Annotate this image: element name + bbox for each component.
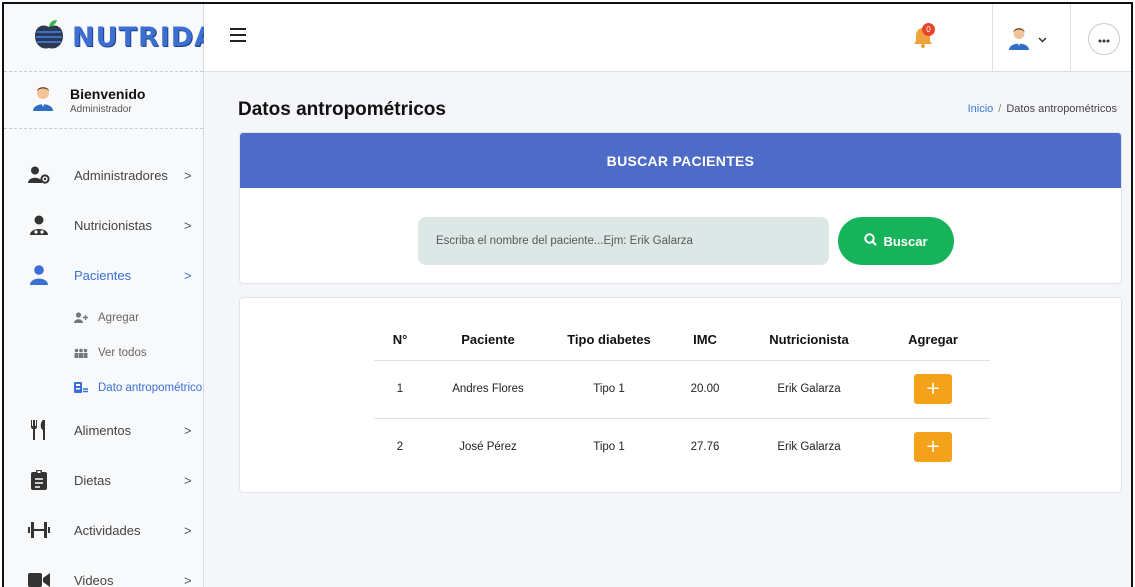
breadcrumb: Inicio / Datos antropométricos bbox=[968, 103, 1117, 115]
sidebar-subitem-ver-todos[interactable]: Ver todos bbox=[4, 335, 204, 370]
patients-table-card: N° Paciente Tipo diabetes IMC Nutricioni… bbox=[239, 297, 1122, 493]
apple-logo-icon bbox=[32, 18, 66, 57]
app-frame: NUTRIDAY Bienvenido Administrador Admini… bbox=[2, 2, 1133, 587]
chevron-right-icon: > bbox=[184, 472, 192, 488]
ellipsis-icon bbox=[1098, 32, 1110, 46]
add-data-button[interactable]: + bbox=[914, 374, 952, 404]
cell-tipo-diabetes: Tipo 1 bbox=[550, 360, 668, 419]
sidebar-item-label: Dietas bbox=[74, 472, 111, 488]
column-header-nutricionista: Nutricionista bbox=[742, 320, 876, 361]
search-icon bbox=[864, 233, 878, 249]
cell-imc: 20.00 bbox=[668, 360, 742, 419]
sidebar-item-nutricionistas[interactable]: Nutricionistas > bbox=[4, 200, 204, 250]
sidebar-item-label: Videos bbox=[74, 572, 114, 587]
user-role: Administrador bbox=[70, 103, 132, 115]
column-header-agregar: Agregar bbox=[876, 320, 990, 361]
patient-search-input[interactable] bbox=[418, 217, 829, 265]
table-row: 1 Andres Flores Tipo 1 20.00 Erik Galarz… bbox=[374, 360, 990, 419]
chevron-right-icon: > bbox=[184, 572, 192, 587]
sidebar-subitem-label: Dato antropométrico bbox=[98, 381, 203, 394]
breadcrumb-home-link[interactable]: Inicio bbox=[968, 103, 994, 115]
cell-tipo-diabetes: Tipo 1 bbox=[593, 441, 625, 454]
brand[interactable]: NUTRIDAY bbox=[4, 4, 233, 72]
sidebar-item-pacientes[interactable]: Pacientes > bbox=[4, 250, 204, 300]
more-options-button[interactable] bbox=[1088, 23, 1120, 55]
user-plus-icon bbox=[74, 312, 88, 324]
cell-paciente: Andres Flores bbox=[426, 360, 550, 419]
sidebar-subitem-label: Agregar bbox=[98, 311, 139, 324]
sidebar-item-label: Administradores bbox=[74, 167, 168, 183]
chevron-right-icon: > bbox=[184, 167, 192, 183]
id-card-icon bbox=[74, 382, 88, 394]
sidebar-item-videos[interactable]: Videos > bbox=[4, 555, 204, 587]
sidebar-item-alimentos[interactable]: Alimentos > bbox=[4, 405, 204, 455]
page-title: Datos antropométricos bbox=[238, 99, 446, 120]
utensils-icon bbox=[28, 419, 50, 441]
avatar bbox=[32, 85, 54, 116]
notification-badge: 0 bbox=[922, 23, 935, 36]
chevron-right-icon: > bbox=[184, 522, 192, 538]
user-greeting: Bienvenido bbox=[70, 85, 146, 102]
cell-imc: 27.76 bbox=[690, 441, 720, 454]
cell-nutricionista: Erik Galarza bbox=[777, 441, 841, 454]
video-icon bbox=[28, 569, 50, 587]
topbar-divider bbox=[992, 4, 993, 72]
search-button-label: Buscar bbox=[883, 233, 928, 249]
topbar-divider bbox=[1070, 4, 1071, 72]
add-data-button[interactable]: + bbox=[914, 432, 952, 463]
cell-agregar: + bbox=[876, 418, 990, 476]
patients-table: N° Paciente Tipo diabetes IMC Nutricioni… bbox=[374, 320, 990, 476]
cell-number: 1 bbox=[374, 360, 426, 419]
column-header-imc: IMC bbox=[668, 320, 742, 361]
cell-number: 2 bbox=[396, 441, 404, 454]
sidebar-subitem-agregar[interactable]: Agregar bbox=[4, 300, 204, 335]
user-gear-icon bbox=[28, 164, 50, 186]
sidebar-subitem-dato-antropometrico[interactable]: Dato antropométrico bbox=[4, 370, 204, 405]
search-button[interactable]: Buscar bbox=[838, 217, 954, 265]
breadcrumb-separator: / bbox=[998, 103, 1002, 115]
sidebar-item-label: Nutricionistas bbox=[74, 217, 153, 233]
cell-nutricionista: Erik Galarza bbox=[742, 360, 876, 419]
sidebar-item-dietas[interactable]: Dietas > bbox=[4, 455, 204, 505]
cell-agregar: + bbox=[876, 360, 990, 419]
dumbbell-icon bbox=[28, 519, 50, 541]
chevron-right-icon: > bbox=[184, 422, 192, 438]
sidebar-menu: Administradores > Nutricionistas > Pacie… bbox=[4, 150, 204, 587]
sidebar-item-label: Actividades bbox=[74, 522, 141, 538]
topbar: 0 bbox=[204, 4, 1131, 72]
chevron-down-icon bbox=[1038, 35, 1047, 46]
users-icon bbox=[74, 347, 88, 359]
profile-dropdown[interactable] bbox=[1008, 26, 1047, 55]
sidebar-item-label: Alimentos bbox=[74, 422, 132, 438]
user-doctor-icon bbox=[28, 214, 50, 236]
sidebar-subitem-label: Ver todos bbox=[98, 346, 147, 359]
user-icon bbox=[28, 264, 50, 286]
search-card-header: BUSCAR PACIENTES bbox=[240, 133, 1121, 188]
hamburger-menu-icon[interactable] bbox=[230, 28, 246, 42]
table-header-row: N° Paciente Tipo diabetes IMC Nutricioni… bbox=[374, 320, 990, 361]
column-header-paciente: Paciente bbox=[426, 320, 550, 361]
bell-icon bbox=[912, 28, 934, 52]
cell-paciente: José Pérez bbox=[459, 441, 517, 454]
breadcrumb-current: Datos antropométricos bbox=[1006, 103, 1117, 115]
clipboard-icon bbox=[28, 469, 50, 491]
chevron-right-icon: > bbox=[184, 217, 192, 233]
sidebar-item-administradores[interactable]: Administradores > bbox=[4, 150, 204, 200]
sidebar-item-label: Pacientes bbox=[74, 267, 132, 283]
column-header-number: N° bbox=[374, 320, 426, 361]
user-panel: Bienvenido Administrador bbox=[4, 72, 203, 129]
chevron-right-icon: > bbox=[184, 267, 192, 283]
avatar bbox=[1008, 26, 1030, 55]
search-card: BUSCAR PACIENTES Buscar bbox=[239, 132, 1122, 284]
table-row: 2 José Pérez Tipo 1 27.76 Erik Galarza + bbox=[374, 418, 990, 476]
column-header-tipo-diabetes: Tipo diabetes bbox=[550, 320, 668, 361]
notification-button[interactable]: 0 bbox=[912, 23, 936, 52]
sidebar-item-actividades[interactable]: Actividades > bbox=[4, 505, 204, 555]
sidebar: NUTRIDAY Bienvenido Administrador Admini… bbox=[4, 4, 233, 587]
